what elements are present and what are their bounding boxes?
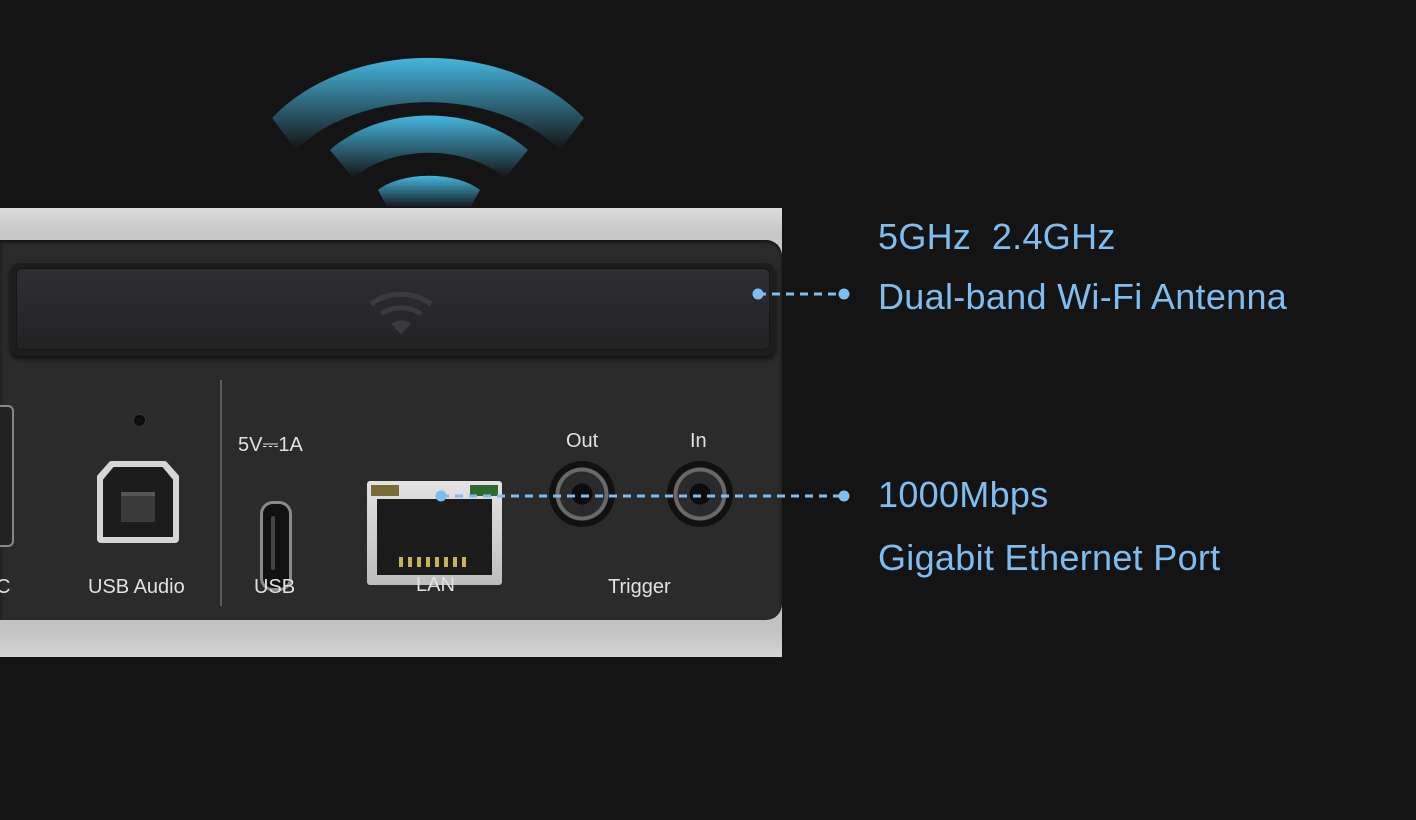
wifi-antenna-text: Dual-band Wi-Fi Antenna xyxy=(878,276,1288,317)
device-rear-panel: C USB Audio 5V⎓1A USB LAN Out In Trigger xyxy=(0,208,782,657)
indicator-led xyxy=(134,415,145,426)
trigger-in-jack xyxy=(667,461,733,527)
usb-b-port xyxy=(97,461,179,543)
lan-pins xyxy=(399,557,471,567)
wifi-arc-outer xyxy=(272,57,584,150)
trigger-label: Trigger xyxy=(608,576,671,598)
trigger-out-label: Out xyxy=(566,430,599,452)
wifi-frequency-text: 5GHz 2.4GHz xyxy=(878,216,1116,257)
port-panel: C USB Audio 5V⎓1A USB LAN Out In Trigger xyxy=(0,240,782,620)
ethernet-speed-text: 1000Mbps xyxy=(878,474,1049,515)
lan-port xyxy=(367,481,502,585)
wifi-logo-icon xyxy=(369,291,433,334)
usb-audio-label: USB Audio xyxy=(88,576,185,598)
usb-label: USB xyxy=(254,576,296,598)
usbc-rating-label: 5V⎓1A xyxy=(238,434,303,456)
wifi-antenna xyxy=(10,262,776,356)
trigger-in-label: In xyxy=(690,430,707,452)
trigger-out-jack xyxy=(549,461,615,527)
wifi-arc-middle xyxy=(330,115,528,178)
lan-led-amber xyxy=(371,485,399,496)
cut-off-port xyxy=(0,405,14,547)
cut-off-label: C xyxy=(0,576,11,598)
lan-led-green xyxy=(470,485,498,496)
ethernet-port-text: Gigabit Ethernet Port xyxy=(878,537,1221,578)
wifi-arc-inner xyxy=(378,175,480,208)
panel-divider xyxy=(220,380,222,606)
lan-label: LAN xyxy=(416,574,455,596)
